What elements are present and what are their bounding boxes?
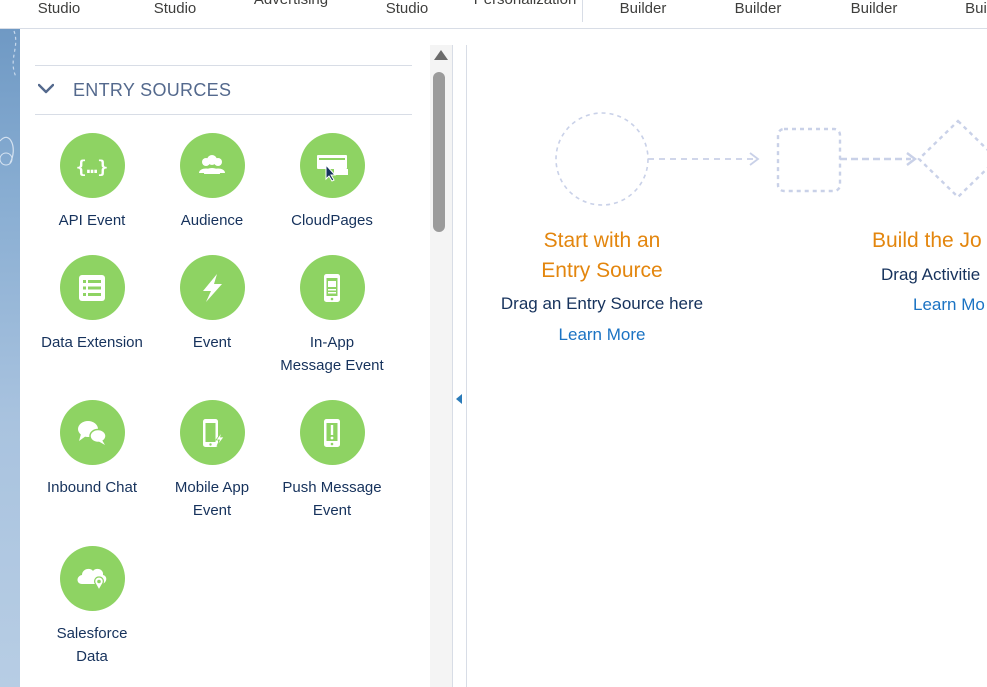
journey-canvas[interactable]: Start with an Entry Source Drag an Entry… [467,45,987,687]
tile-label: In-App Message Event [280,334,384,374]
entry-step-title: Start with an Entry Source [502,226,702,286]
scroll-thumb[interactable] [433,72,445,232]
decision-dropzone [917,119,987,199]
salesforce-data-icon [59,546,125,611]
activity-dropzone [776,127,842,193]
journey-placeholder-shapes [555,112,987,206]
tile-api-event[interactable]: {…} API Event [32,133,152,232]
api-event-icon: {…} [59,133,125,198]
nav-item[interactable]: Studio [386,0,429,17]
entry-sources-panel: ENTRY SOURCES {…} API Event Audience Clo… [20,29,430,687]
tile-cloudpages[interactable]: CloudPages [272,133,392,232]
nav-item[interactable]: Builder [851,0,898,17]
build-step-subtitle: Drag Activitie [881,265,981,284]
tile-label: Salesforce Data [56,625,128,665]
build-learn-more-link[interactable]: Learn Mo [913,295,985,315]
entry-title-line1: Start with an [543,229,661,252]
nav-item[interactable]: Personalization [474,0,577,8]
entry-step-subtitle: Drag an Entry Source here [500,294,704,313]
tile-in-app-message[interactable]: In-App Message Event [272,255,392,377]
tile-event[interactable]: Event [152,255,272,354]
nav-item[interactable]: Studio [38,0,81,17]
tile-label: Event [192,334,232,351]
data-extension-icon [59,255,125,320]
collapse-left-icon[interactable] [456,394,462,404]
svg-text:{…}: {…} [76,157,109,178]
top-navigation: Studio Studio Advertising Studio Persona… [0,0,987,29]
nav-item[interactable]: Builder [735,0,782,17]
audience-icon [179,133,245,198]
nav-divider [582,0,583,22]
build-step-title: Build the Jo [872,229,982,252]
entry-source-dropzone [555,112,649,206]
section-title: ENTRY SOURCES [73,80,232,100]
event-icon [179,255,245,320]
inbound-chat-icon [59,400,125,465]
tile-label: Inbound Chat [46,479,138,496]
tile-push-message-event[interactable]: Push Message Event [272,400,392,522]
tile-label: Push Message Event [282,479,382,519]
tile-label: Data Extension [41,334,143,351]
tile-label: Audience [180,212,244,229]
panel-scrollbar[interactable] [430,45,452,687]
tile-audience[interactable]: Audience [152,133,272,232]
nav-item[interactable]: Bui [965,0,987,17]
panel-splitter[interactable] [452,45,467,687]
in-app-message-icon [299,255,365,320]
chevron-down-icon[interactable] [38,83,54,95]
nav-item[interactable]: Advertising [254,0,328,8]
mobile-app-icon [179,400,245,465]
nav-item[interactable]: Builder [620,0,667,17]
tile-label: API Event [58,212,126,229]
tile-label: CloudPages [291,212,373,229]
nav-item[interactable]: Studio [154,0,197,17]
tile-salesforce-data[interactable]: Salesforce Data [32,546,152,668]
cloudpages-icon [299,133,365,198]
background-strip [0,29,20,687]
entry-learn-more-link[interactable]: Learn More [502,325,702,345]
tile-data-extension[interactable]: Data Extension [32,255,152,354]
tile-label: Mobile App Event [174,479,250,519]
entry-title-line2: Entry Source [541,259,663,282]
tile-inbound-chat[interactable]: Inbound Chat [32,400,152,499]
scroll-up-arrow-icon[interactable] [434,50,448,60]
tile-mobile-app-event[interactable]: Mobile App Event [152,400,272,522]
section-header[interactable]: ENTRY SOURCES [35,65,412,115]
push-message-icon [299,400,365,465]
